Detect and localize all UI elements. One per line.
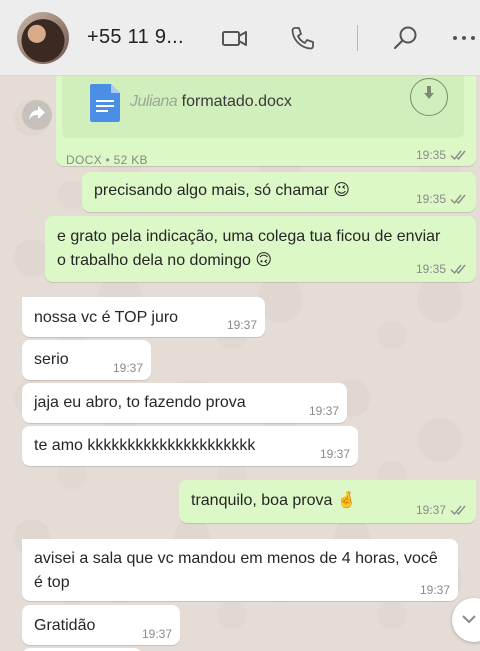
message-meta: 19:37 [142, 627, 172, 641]
contact-name[interactable]: +55 11 9... [87, 26, 184, 49]
read-ticks-icon [450, 149, 468, 161]
message-text: tranquilo, boa prova 🤞 [191, 492, 357, 509]
search-icon[interactable] [392, 24, 420, 52]
message-time: 19:35 [415, 148, 446, 162]
message-bubble-incoming[interactable]: te amo kkkkkkkkkkkkkkkkkkkkk 19:37 [22, 426, 358, 466]
message-time: 19:37 [141, 627, 172, 641]
download-button[interactable] [410, 78, 448, 116]
message-time: 19:37 [308, 404, 339, 418]
message-bubble-incoming[interactable]: Gratidão 19:37 [22, 605, 180, 645]
message-time: 19:35 [415, 192, 446, 206]
chat-header: +55 11 9... [0, 0, 480, 76]
message-time: 19:37 [226, 318, 257, 332]
message-text: e grato pela indicação, uma colega tua f… [57, 228, 441, 269]
message-text: te amo kkkkkkkkkkkkkkkkkkkkk [34, 437, 256, 454]
message-time: 19:37 [419, 583, 450, 597]
message-meta: 19:37 [320, 447, 350, 461]
message-meta: 19:37 [113, 361, 143, 375]
message-meta: 19:35 [416, 262, 468, 276]
docx-file-icon [90, 84, 120, 122]
message-time: 19:37 [319, 447, 350, 461]
forward-icon [28, 105, 46, 126]
chat-area[interactable]: Juliana formatado.docx DOCX • 52 KB 19:3… [0, 76, 480, 651]
scroll-down-button[interactable] [452, 598, 480, 642]
message-bubble-outgoing[interactable]: tranquilo, boa prova 🤞 19:37 [179, 480, 476, 523]
avatar[interactable] [17, 12, 69, 64]
message-bubble-incoming[interactable]: serio 19:37 [22, 340, 151, 380]
message-bubble-incoming[interactable]: avisei a sala que vc mandou em menos de … [22, 539, 458, 601]
message-text: nossa vc é TOP juro [34, 309, 179, 326]
document-size: 52 KB [113, 153, 148, 167]
message-text: precisando algo mais, só chamar 😉 [94, 182, 350, 199]
document-name: Juliana formatado.docx [130, 90, 292, 114]
document-message[interactable]: Juliana formatado.docx DOCX • 52 KB 19:3… [56, 76, 476, 167]
message-time: 19:37 [415, 503, 446, 517]
message-time: 19:35 [415, 262, 446, 276]
message-bubble-incoming[interactable]: nossa vc é TOP juro 19:37 [22, 297, 265, 337]
message-bubble-outgoing[interactable]: precisando algo mais, só chamar 😉 19:35 [82, 172, 476, 212]
message-text: avisei a sala que vc mandou em menos de … [34, 550, 438, 591]
read-ticks-icon [450, 263, 468, 275]
chevron-down-icon [461, 611, 477, 629]
message-time: 19:37 [112, 361, 143, 375]
message-bubble-incoming[interactable]: jaja eu abro, to fazendo prova 19:37 [22, 383, 347, 423]
document-name-visible: formatado.docx [177, 93, 292, 110]
document-info: DOCX • 52 KB [66, 148, 148, 172]
header-divider [357, 25, 358, 51]
message-meta: 19:37 [416, 503, 468, 517]
read-ticks-icon [450, 504, 468, 516]
message-meta: 19:35 [416, 148, 468, 162]
voice-call-icon[interactable] [288, 24, 316, 52]
message-meta: 19:37 [309, 404, 339, 418]
message-meta: 19:37 [227, 318, 257, 332]
video-call-icon[interactable] [221, 24, 249, 52]
download-icon [420, 84, 438, 110]
document-card[interactable]: Juliana formatado.docx [62, 76, 464, 138]
document-name-blurred: Juliana [130, 93, 178, 110]
menu-icon[interactable] [450, 24, 478, 52]
forward-button[interactable] [22, 100, 52, 130]
document-type: DOCX [66, 153, 102, 167]
message-bubble-outgoing[interactable]: e grato pela indicação, uma colega tua f… [45, 216, 476, 282]
message-text: Gratidão [34, 617, 96, 634]
message-meta: 19:37 [420, 583, 450, 597]
read-ticks-icon [450, 193, 468, 205]
document-separator: • [105, 153, 111, 167]
message-text: jaja eu abro, to fazendo prova [34, 394, 246, 411]
message-text: serio [34, 351, 69, 368]
message-meta: 19:35 [416, 192, 468, 206]
